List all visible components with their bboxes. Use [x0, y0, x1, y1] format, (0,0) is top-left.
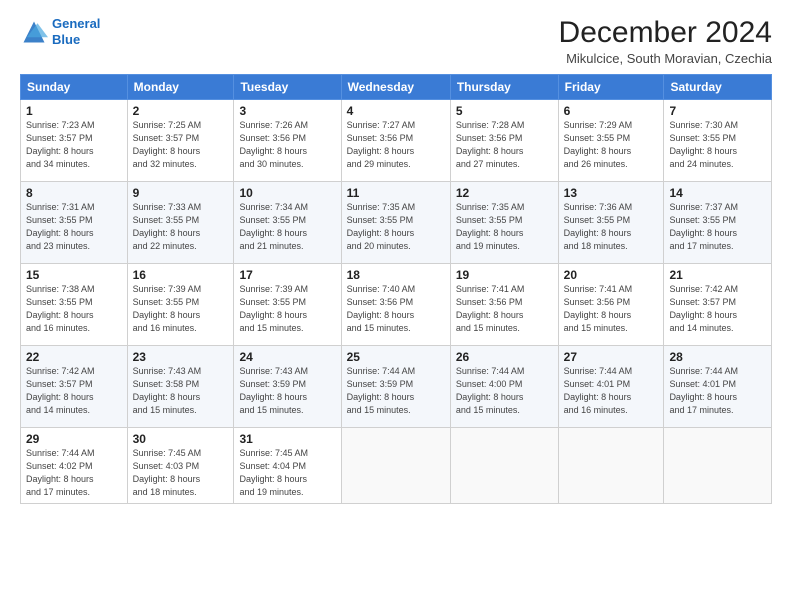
table-row: 31Sunrise: 7:45 AMSunset: 4:04 PMDayligh…	[234, 428, 341, 504]
logo-icon	[20, 18, 48, 46]
logo: General Blue	[20, 16, 100, 47]
calendar-week-5: 29Sunrise: 7:44 AMSunset: 4:02 PMDayligh…	[21, 428, 772, 504]
table-row: 13Sunrise: 7:36 AMSunset: 3:55 PMDayligh…	[558, 182, 664, 264]
table-row: 1Sunrise: 7:23 AMSunset: 3:57 PMDaylight…	[21, 100, 128, 182]
table-row: 7Sunrise: 7:30 AMSunset: 3:55 PMDaylight…	[664, 100, 772, 182]
table-row: 20Sunrise: 7:41 AMSunset: 3:56 PMDayligh…	[558, 264, 664, 346]
table-row: 4Sunrise: 7:27 AMSunset: 3:56 PMDaylight…	[341, 100, 450, 182]
table-row: 25Sunrise: 7:44 AMSunset: 3:59 PMDayligh…	[341, 346, 450, 428]
table-row: 23Sunrise: 7:43 AMSunset: 3:58 PMDayligh…	[127, 346, 234, 428]
calendar-week-2: 8Sunrise: 7:31 AMSunset: 3:55 PMDaylight…	[21, 182, 772, 264]
logo-line1: General	[52, 16, 100, 31]
table-row: 22Sunrise: 7:42 AMSunset: 3:57 PMDayligh…	[21, 346, 128, 428]
table-row: 24Sunrise: 7:43 AMSunset: 3:59 PMDayligh…	[234, 346, 341, 428]
col-sunday: Sunday	[21, 75, 128, 100]
calendar-page: General Blue December 2024 Mikulcice, So…	[0, 0, 792, 612]
header: General Blue December 2024 Mikulcice, So…	[20, 16, 772, 66]
table-row: 10Sunrise: 7:34 AMSunset: 3:55 PMDayligh…	[234, 182, 341, 264]
table-row: 27Sunrise: 7:44 AMSunset: 4:01 PMDayligh…	[558, 346, 664, 428]
table-row: 16Sunrise: 7:39 AMSunset: 3:55 PMDayligh…	[127, 264, 234, 346]
table-row: 30Sunrise: 7:45 AMSunset: 4:03 PMDayligh…	[127, 428, 234, 504]
calendar-table: Sunday Monday Tuesday Wednesday Thursday…	[20, 74, 772, 504]
col-tuesday: Tuesday	[234, 75, 341, 100]
table-row	[558, 428, 664, 504]
table-row: 11Sunrise: 7:35 AMSunset: 3:55 PMDayligh…	[341, 182, 450, 264]
table-row: 12Sunrise: 7:35 AMSunset: 3:55 PMDayligh…	[450, 182, 558, 264]
table-row: 5Sunrise: 7:28 AMSunset: 3:56 PMDaylight…	[450, 100, 558, 182]
table-row: 2Sunrise: 7:25 AMSunset: 3:57 PMDaylight…	[127, 100, 234, 182]
location-subtitle: Mikulcice, South Moravian, Czechia	[559, 51, 772, 66]
col-monday: Monday	[127, 75, 234, 100]
table-row: 18Sunrise: 7:40 AMSunset: 3:56 PMDayligh…	[341, 264, 450, 346]
table-row: 9Sunrise: 7:33 AMSunset: 3:55 PMDaylight…	[127, 182, 234, 264]
calendar-week-3: 15Sunrise: 7:38 AMSunset: 3:55 PMDayligh…	[21, 264, 772, 346]
calendar-week-1: 1Sunrise: 7:23 AMSunset: 3:57 PMDaylight…	[21, 100, 772, 182]
calendar-week-4: 22Sunrise: 7:42 AMSunset: 3:57 PMDayligh…	[21, 346, 772, 428]
logo-line2: Blue	[52, 32, 80, 47]
col-thursday: Thursday	[450, 75, 558, 100]
table-row	[664, 428, 772, 504]
month-title: December 2024	[559, 16, 772, 49]
table-row	[341, 428, 450, 504]
title-block: December 2024 Mikulcice, South Moravian,…	[559, 16, 772, 66]
col-saturday: Saturday	[664, 75, 772, 100]
logo-text: General Blue	[52, 16, 100, 47]
table-row: 8Sunrise: 7:31 AMSunset: 3:55 PMDaylight…	[21, 182, 128, 264]
table-row: 6Sunrise: 7:29 AMSunset: 3:55 PMDaylight…	[558, 100, 664, 182]
table-row: 17Sunrise: 7:39 AMSunset: 3:55 PMDayligh…	[234, 264, 341, 346]
col-friday: Friday	[558, 75, 664, 100]
table-row: 29Sunrise: 7:44 AMSunset: 4:02 PMDayligh…	[21, 428, 128, 504]
header-row: Sunday Monday Tuesday Wednesday Thursday…	[21, 75, 772, 100]
table-row	[450, 428, 558, 504]
table-row: 14Sunrise: 7:37 AMSunset: 3:55 PMDayligh…	[664, 182, 772, 264]
col-wednesday: Wednesday	[341, 75, 450, 100]
table-row: 26Sunrise: 7:44 AMSunset: 4:00 PMDayligh…	[450, 346, 558, 428]
table-row: 3Sunrise: 7:26 AMSunset: 3:56 PMDaylight…	[234, 100, 341, 182]
table-row: 15Sunrise: 7:38 AMSunset: 3:55 PMDayligh…	[21, 264, 128, 346]
table-row: 19Sunrise: 7:41 AMSunset: 3:56 PMDayligh…	[450, 264, 558, 346]
table-row: 28Sunrise: 7:44 AMSunset: 4:01 PMDayligh…	[664, 346, 772, 428]
table-row: 21Sunrise: 7:42 AMSunset: 3:57 PMDayligh…	[664, 264, 772, 346]
